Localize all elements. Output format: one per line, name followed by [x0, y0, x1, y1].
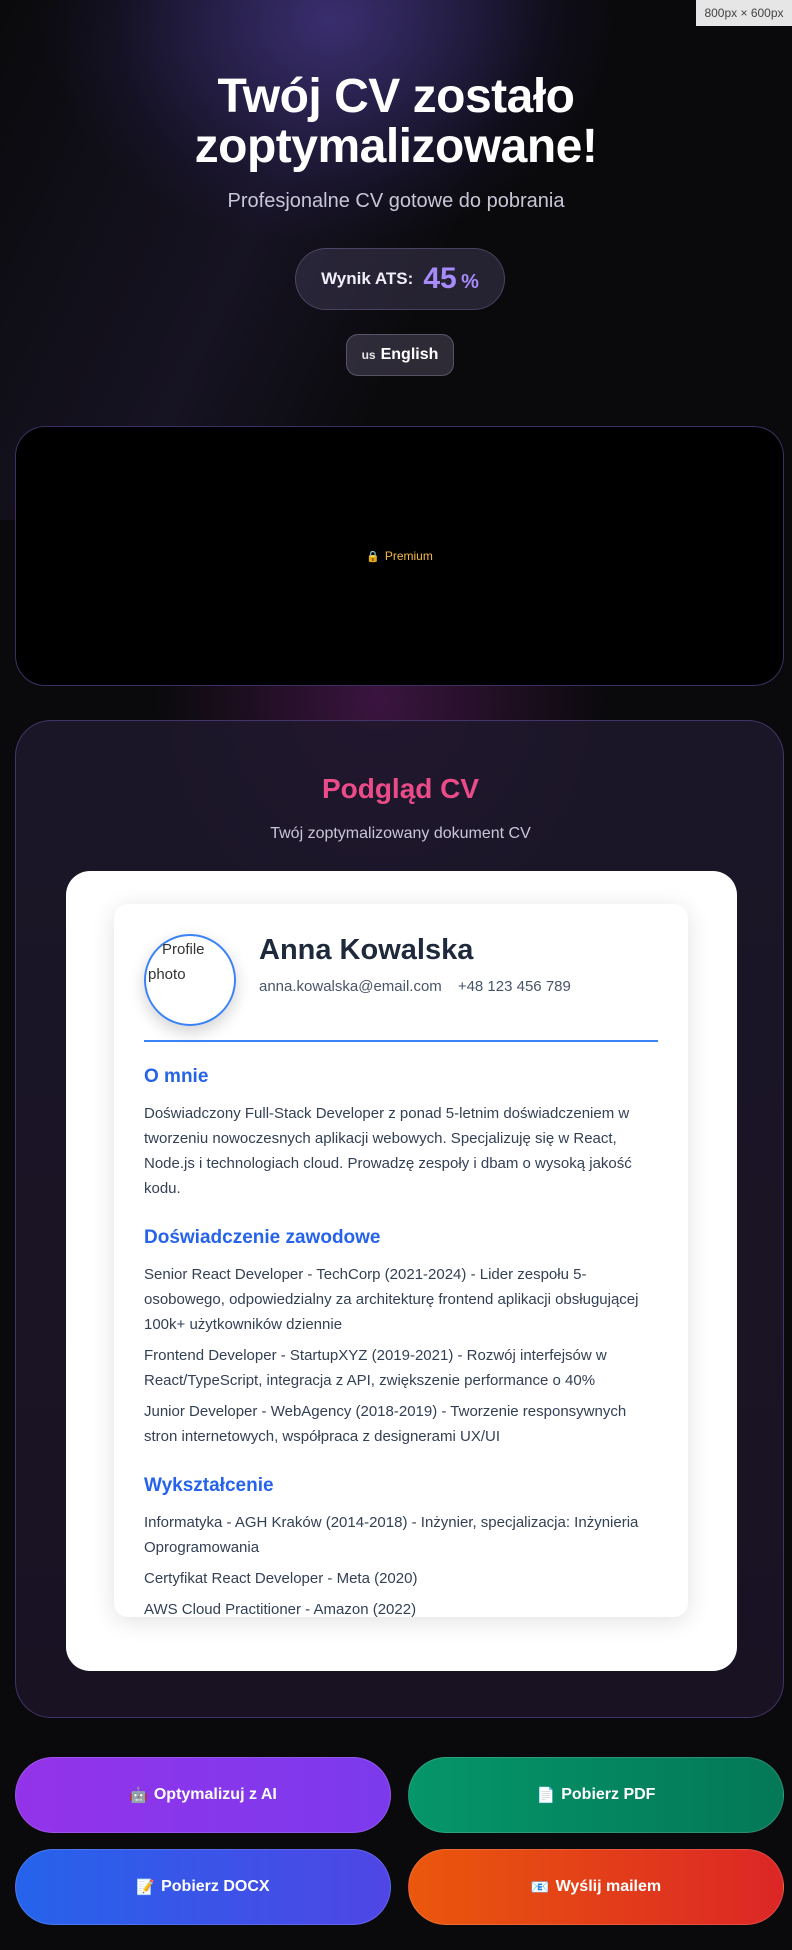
preview-title: Podgląd CV	[321, 773, 480, 804]
us-flag-icon: us	[361, 348, 376, 362]
lock-icon: 🔒	[366, 550, 380, 563]
cv-education-item: Informatyka - AGH Kraków (2014-2018) - I…	[144, 1514, 639, 1556]
cv-section-heading-experience: Doświadczenie zawodowe	[144, 1227, 381, 1248]
ats-score-value: 45	[423, 262, 457, 295]
optimize-with-ai-label: Optymalizuj z AI	[153, 1786, 277, 1803]
download-pdf-button[interactable]: 📄 Pobierz PDF	[408, 1757, 784, 1833]
robot-icon: 🤖	[129, 1787, 148, 1804]
premium-ad-box[interactable]: 🔒 Premium	[15, 426, 784, 686]
download-pdf-label: Pobierz PDF	[561, 1786, 656, 1803]
preview-subtitle: Twój zoptymalizowany dokument CV	[270, 825, 531, 842]
cv-paper: Profile photo Anna Kowalska anna.kowalsk…	[66, 871, 737, 1671]
language-toggle-button[interactable]: us English	[346, 334, 454, 376]
ats-score-label: Wynik ATS:	[321, 269, 414, 288]
viewport-size-badge: 800px × 600px	[696, 0, 792, 26]
cv-experience-item: Frontend Developer - StartupXYZ (2019-20…	[144, 1347, 607, 1389]
cv-experience-item: Senior React Developer - TechCorp (2021-…	[144, 1266, 639, 1333]
page-title-line2: zoptymalizowane!	[194, 120, 598, 173]
page-subtitle: Profesjonalne CV gotowe do pobrania	[227, 190, 565, 212]
cv-document[interactable]: Profile photo Anna Kowalska anna.kowalsk…	[114, 904, 688, 1617]
cv-education-item: Certyfikat React Developer - Meta (2020)	[144, 1570, 418, 1587]
cv-header-divider	[144, 1040, 658, 1042]
cv-name: Anna Kowalska	[259, 934, 474, 966]
cv-preview-section: Podgląd CV Twój zoptymalizowany dokument…	[15, 720, 784, 1718]
cv-phone: +48 123 456 789	[457, 978, 571, 995]
profile-photo: Profile photo	[144, 934, 236, 1026]
page-title-line1: Twój CV zostało	[217, 70, 575, 123]
download-docx-label: Pobierz DOCX	[161, 1878, 270, 1895]
ats-score-badge: Wynik ATS: 45 %	[295, 248, 505, 310]
email-icon: 📧	[530, 1879, 550, 1896]
cv-body: O mnie Doświadczony Full-Stack Developer…	[144, 1064, 658, 1617]
download-docx-button[interactable]: 📝 Pobierz DOCX	[15, 1849, 391, 1925]
cv-email: anna.kowalska@email.com	[259, 978, 442, 995]
cv-section-heading-about: O mnie	[144, 1066, 209, 1087]
cv-education-item: AWS Cloud Practitioner - Amazon (2022)	[144, 1601, 417, 1617]
cv-section-heading-education: Wykształcenie	[144, 1475, 274, 1496]
send-email-label: Wyślij mailem	[555, 1878, 662, 1895]
ats-score-unit: %	[461, 271, 479, 293]
cv-experience-item: Junior Developer - WebAgency (2018-2019)…	[144, 1403, 627, 1445]
profile-photo-alt-line1: Profile	[162, 941, 205, 958]
cv-about-text: Doświadczony Full-Stack Developer z pona…	[144, 1105, 632, 1197]
optimize-with-ai-button[interactable]: 🤖 Optymalizuj z AI	[15, 1757, 391, 1833]
memo-icon: 📝	[136, 1879, 156, 1896]
send-email-button[interactable]: 📧 Wyślij mailem	[408, 1849, 784, 1925]
premium-text: Premium	[384, 549, 433, 563]
cv-contact: anna.kowalska@email.com +48 123 456 789	[259, 978, 571, 995]
profile-photo-alt-line2: photo	[148, 966, 186, 983]
document-icon: 📄	[536, 1787, 556, 1804]
premium-label: 🔒 Premium	[366, 549, 433, 563]
ats-score-readout: 45 %	[423, 262, 479, 296]
language-label: English	[380, 346, 439, 363]
page-title: Twój CV zostało zoptymalizowane!	[0, 72, 792, 172]
